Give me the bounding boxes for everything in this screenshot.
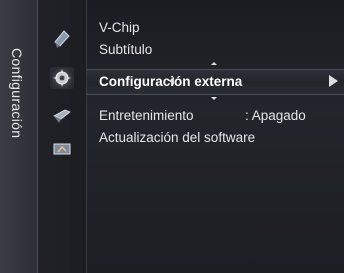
menu-item-entretenimiento[interactable]: Entretenimiento : Apagado <box>99 108 306 123</box>
category-tab[interactable]: Configuración <box>0 0 38 273</box>
category-tab-label: Configuración <box>9 48 25 139</box>
menu-item-actualizacion-software[interactable]: Actualización del software <box>99 130 255 145</box>
picture-icon[interactable] <box>50 28 74 50</box>
scroll-down-indicator <box>211 97 217 100</box>
scroll-up-indicator <box>211 62 217 65</box>
submenu-arrow-icon <box>329 75 338 87</box>
tv-menu-screen: Configuración V-Chip Subtítulo Configura… <box>0 0 344 273</box>
menu-list: V-Chip Subtítulo Configuración externa E… <box>87 0 344 273</box>
menu-item-configuracion-externa[interactable]: Configuración externa <box>87 69 344 95</box>
menu-item-subtitulo[interactable]: Subtítulo <box>99 42 152 57</box>
menu-item-v-chip[interactable]: V-Chip <box>99 20 140 35</box>
application-icon[interactable] <box>50 138 74 160</box>
menu-item-value: : Apagado <box>245 108 306 123</box>
setup-gear-icon[interactable] <box>50 67 74 89</box>
category-icon-column <box>38 0 87 273</box>
selection-pointer-icon <box>169 77 174 85</box>
menu-item-label: Entretenimiento <box>99 108 194 123</box>
input-icon[interactable] <box>50 104 74 126</box>
